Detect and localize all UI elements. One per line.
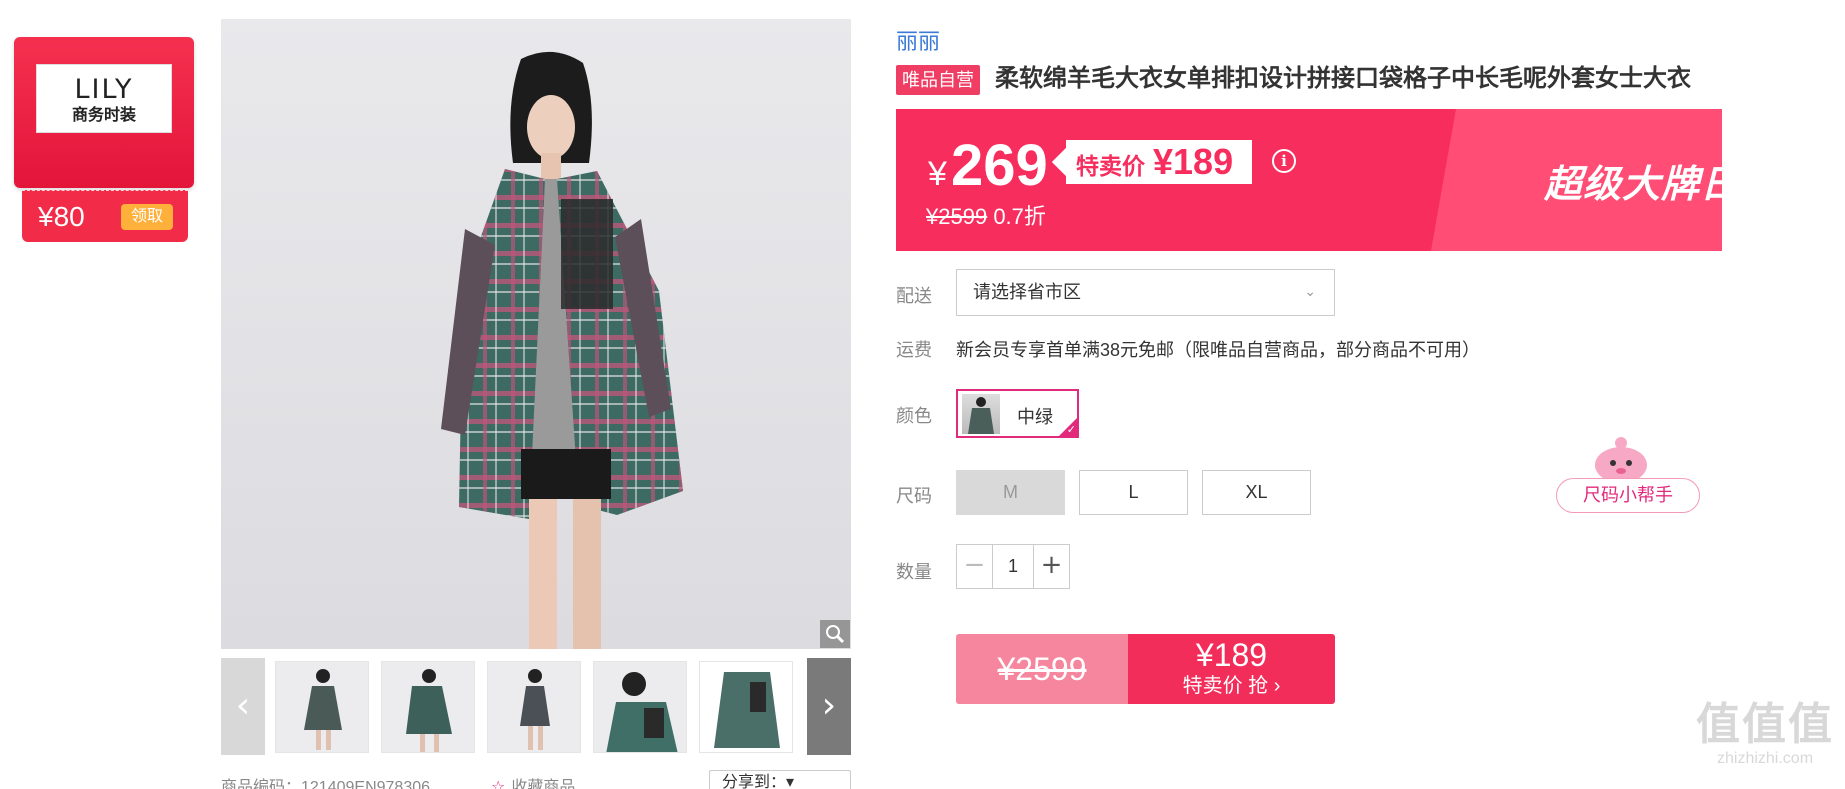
brand-logo-name: LILY: [74, 74, 134, 105]
buy-action-label: 特卖价 抢 ›: [1182, 675, 1281, 697]
quantity-value[interactable]: 1: [993, 545, 1033, 588]
thumbnail-5[interactable]: [699, 661, 793, 753]
special-price-tag: 特卖价 ¥189: [1066, 140, 1252, 184]
shipping-label: 运费: [896, 340, 932, 360]
self-operated-badge: 唯品自营: [896, 65, 980, 95]
color-label: 颜色: [896, 406, 932, 426]
watermark-main: 值值值: [1696, 700, 1834, 749]
main-product-image[interactable]: [221, 19, 851, 649]
brand-store-card[interactable]: LILY 商务时装: [14, 37, 194, 188]
current-price: 269: [951, 133, 1048, 198]
product-code: 商品编码：121409EN978306: [221, 779, 431, 789]
brand-coupon[interactable]: ¥80 领取: [22, 190, 188, 242]
color-option-label: 中绿: [1017, 407, 1053, 427]
discount-rate: 0.7折: [993, 204, 1046, 229]
product-title: 柔软绵羊毛大衣女单排扣设计拼接口袋格子中长毛呢外套女士大衣: [995, 65, 1691, 92]
model-photo-illustration: [441, 51, 683, 649]
quantity-label: 数量: [896, 562, 932, 582]
chevron-down-icon: ⌄: [1304, 284, 1316, 300]
thumbnail-2[interactable]: [381, 661, 475, 753]
watermark-url: zhizhizhi.com: [1716, 750, 1814, 767]
special-price-value: ¥189: [1153, 141, 1234, 182]
buy-sale-section[interactable]: ¥189 特卖价 抢 ›: [1128, 634, 1335, 704]
size-option-m[interactable]: M: [956, 470, 1065, 515]
thumbnail-1[interactable]: [275, 661, 369, 753]
color-option-selected[interactable]: 中绿 ✓: [956, 389, 1079, 438]
brand-logo-subtitle: 商务时装: [71, 107, 136, 124]
size-helper-mascot-icon[interactable]: [1588, 433, 1654, 483]
delivery-label: 配送: [896, 286, 932, 306]
thumbnail-strip: ‹ ›: [221, 658, 851, 755]
magnifier-icon[interactable]: [820, 620, 850, 648]
price-currency: ¥: [928, 155, 947, 193]
star-icon: ☆: [491, 779, 506, 789]
thumbnail-3[interactable]: [487, 661, 581, 753]
brand-logo[interactable]: LILY 商务时装: [36, 64, 172, 133]
buy-sale-price: ¥189: [1195, 637, 1268, 673]
plus-icon[interactable]: +: [1033, 545, 1069, 588]
color-swatch-thumbnail: [962, 394, 1000, 434]
coupon-claim-button[interactable]: 领取: [121, 204, 173, 230]
address-select[interactable]: 请选择省市区 ⌄: [956, 269, 1335, 316]
special-price-label: 特卖价: [1076, 153, 1145, 179]
chevron-right-icon[interactable]: ›: [807, 658, 851, 755]
share-dropdown[interactable]: 分享到：▾: [709, 770, 851, 789]
favorite-button[interactable]: ☆ 收藏商品: [491, 773, 575, 789]
shipping-info: 新会员专享首单满38元免邮（限唯品自营商品，部分商品不可用）: [956, 340, 1481, 360]
site-watermark: 值值值 zhizhizhi.com: [1690, 700, 1840, 768]
buy-now-button[interactable]: ¥2599 ¥189 特卖价 抢 ›: [956, 634, 1335, 704]
buy-original-price-value: ¥2599: [997, 651, 1087, 687]
buy-original-price: ¥2599: [956, 634, 1128, 704]
original-price: ¥2599: [926, 204, 988, 229]
brand-name-link[interactable]: 丽丽: [896, 24, 940, 56]
chevron-left-icon[interactable]: ‹: [221, 658, 265, 755]
address-placeholder: 请选择省市区: [973, 282, 1081, 302]
info-icon[interactable]: i: [1272, 149, 1296, 173]
size-option-l[interactable]: L: [1079, 470, 1188, 515]
coupon-amount: ¥80: [38, 201, 85, 232]
size-label: 尺码: [896, 486, 932, 506]
thumbnail-4[interactable]: [593, 661, 687, 753]
original-price-row: ¥2599 0.7折: [926, 203, 1046, 231]
quantity-stepper: − 1 +: [956, 544, 1070, 589]
minus-icon[interactable]: −: [957, 545, 993, 588]
size-helper-button[interactable]: 尺码小帮手: [1556, 478, 1700, 513]
price-banner: ¥ 269 特卖价 ¥189 i ¥2599 0.7折 超级大牌日: [896, 109, 1722, 251]
campaign-title: 超级大牌日: [1544, 164, 1722, 206]
size-option-xl[interactable]: XL: [1202, 470, 1311, 515]
favorite-label: 收藏商品: [511, 779, 576, 789]
check-icon: ✓: [1066, 423, 1076, 436]
